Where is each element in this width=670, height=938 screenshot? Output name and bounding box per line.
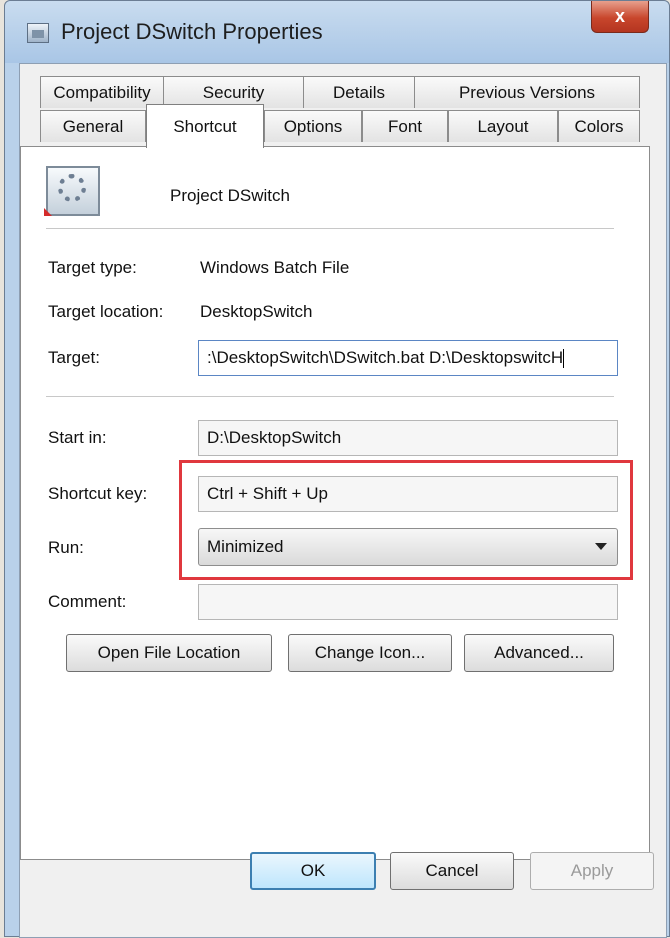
separator [46,228,614,230]
run-dropdown[interactable]: Minimized [198,528,618,566]
tab-options[interactable]: Options [264,110,362,142]
start-in-value: D:\DesktopSwitch [207,428,342,447]
close-icon: x [614,6,625,26]
chevron-down-icon [595,543,607,550]
title-bar[interactable]: Project DSwitch Properties x [5,1,669,63]
run-value: Minimized [207,537,284,556]
tab-font[interactable]: Font [362,110,448,142]
tab-details[interactable]: Details [303,76,415,108]
open-file-location-button[interactable]: Open File Location [66,634,272,672]
shortcut-name: Project DSwitch [170,186,290,205]
target-label: Target: [48,348,100,367]
ok-button[interactable]: OK [250,852,376,890]
window-title: Project DSwitch Properties [61,19,323,44]
close-button[interactable]: x [591,1,649,33]
shortcut-key-label: Shortcut key: [48,484,148,503]
start-in-field[interactable]: D:\DesktopSwitch [198,420,618,456]
run-label: Run: [48,538,84,557]
target-location-label: Target location: [48,302,164,321]
shortcut-arrow-icon [44,208,52,216]
gear-icon [58,174,86,202]
comment-label: Comment: [48,592,127,611]
cancel-button[interactable]: Cancel [390,852,514,890]
target-type-label: Target type: [48,258,137,277]
start-in-label: Start in: [48,428,107,447]
tab-colors[interactable]: Colors [558,110,640,142]
shortcut-app-icon [44,166,100,216]
target-type-value: Windows Batch File [200,258,350,277]
separator [46,396,614,398]
tab-layout[interactable]: Layout [448,110,558,142]
advanced-button[interactable]: Advanced... [464,634,614,672]
target-location-value: DesktopSwitch [200,302,313,321]
target-field[interactable]: :\DesktopSwitch\DSwitch.bat D:\Desktopsw… [198,340,618,376]
shortcut-key-field[interactable]: Ctrl + Shift + Up [198,476,618,512]
tab-shortcut[interactable]: Shortcut [146,104,264,148]
apply-button[interactable]: Apply [530,852,654,890]
tab-previous-versions[interactable]: Previous Versions [414,76,640,108]
change-icon-button[interactable]: Change Icon... [288,634,452,672]
text-caret [563,349,565,369]
target-value: :\DesktopSwitch\DSwitch.bat D:\Desktopsw… [207,348,564,367]
comment-field[interactable] [198,584,618,620]
window-icon [27,23,49,43]
shortcut-key-value: Ctrl + Shift + Up [207,484,328,503]
tab-general[interactable]: General [40,110,146,142]
